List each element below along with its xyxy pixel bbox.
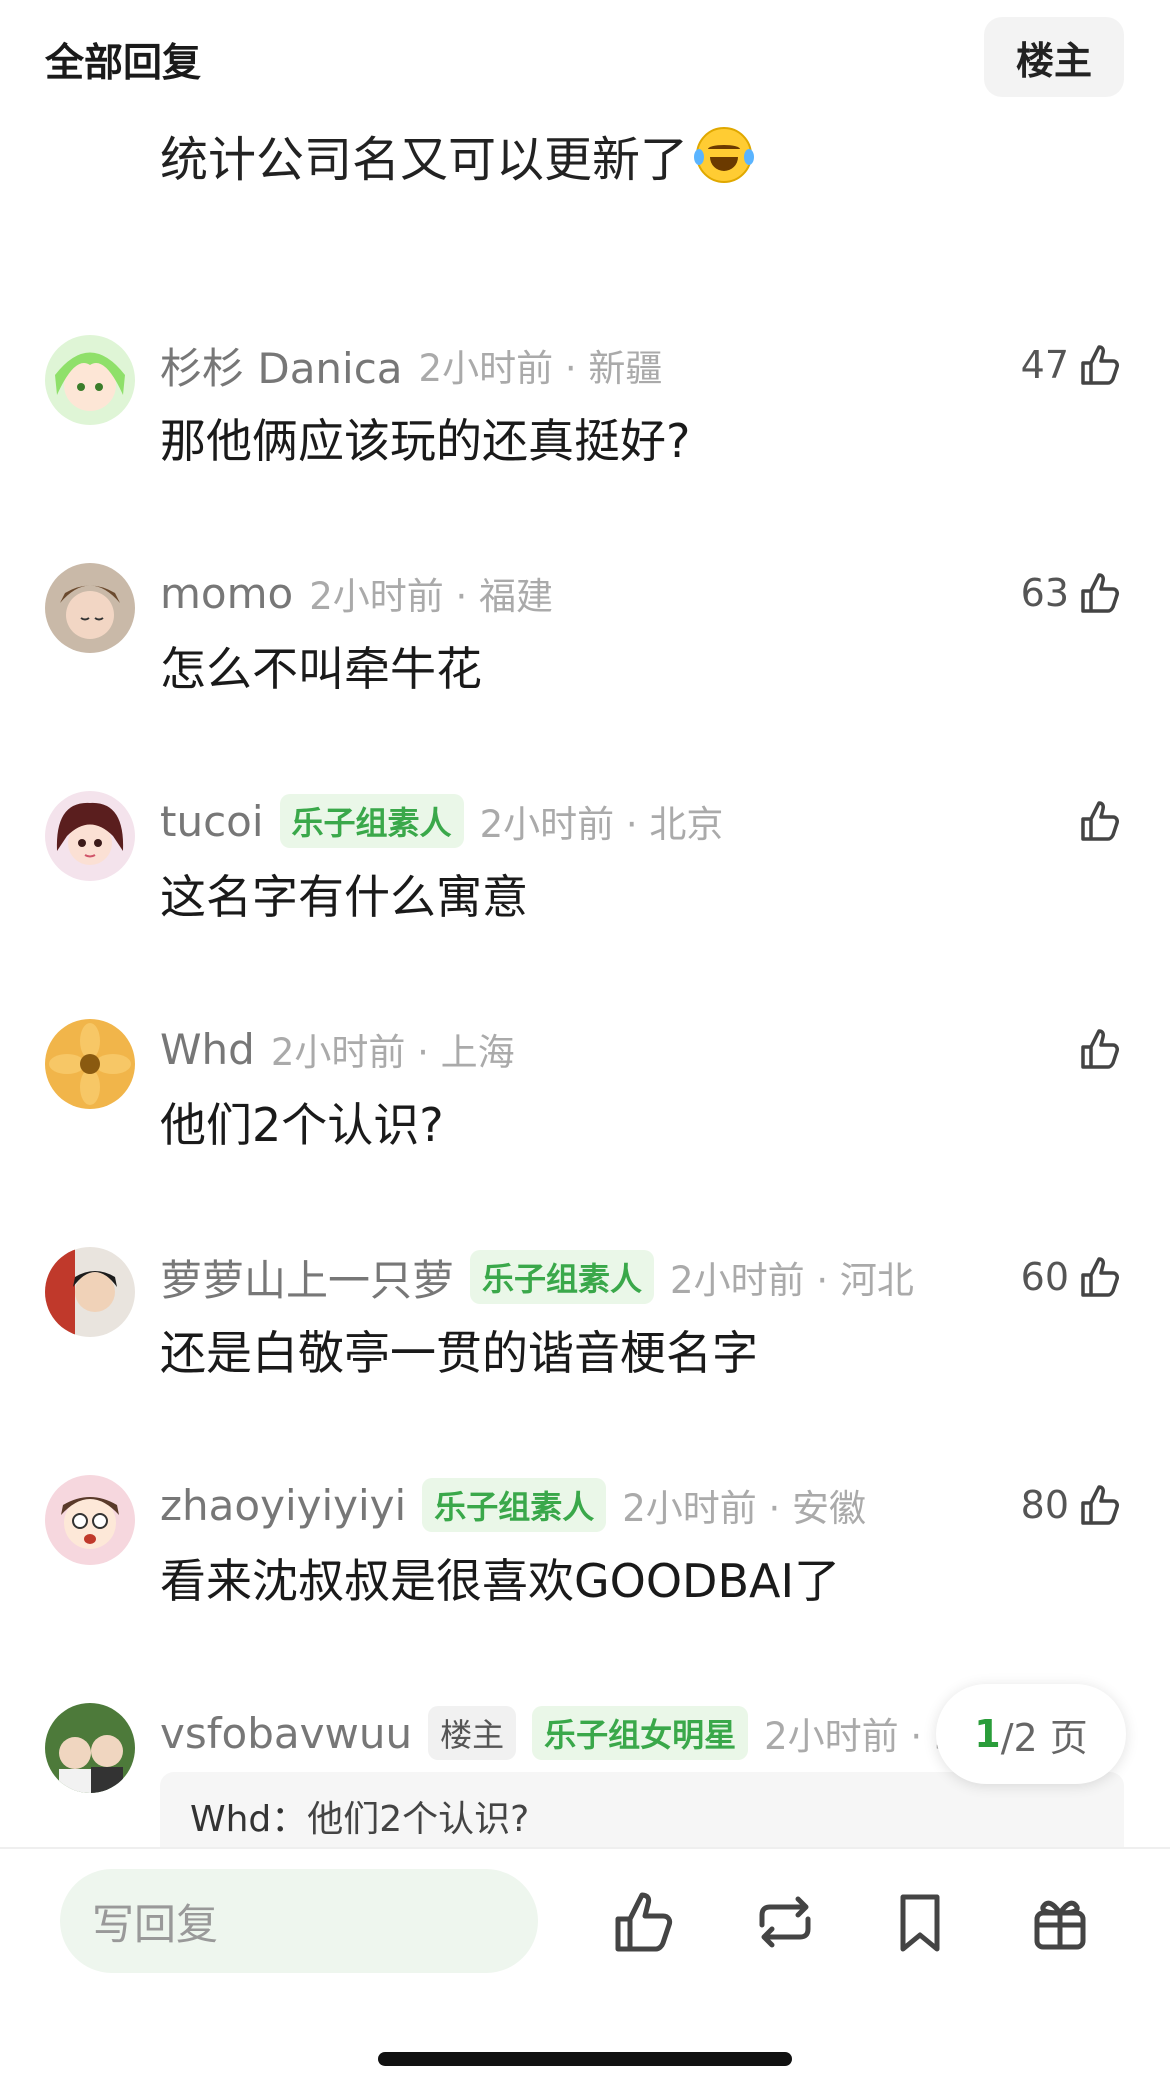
top-comment-text: 统计公司名又可以更新了 [160, 132, 689, 188]
comment-text: 看来沈叔叔是很喜欢GOODBAI了 [160, 1554, 841, 1608]
avatar[interactable] [45, 791, 135, 881]
comment-time-location: 2小时前 · 上海 [270, 1031, 515, 1074]
comment-meta: Whd 2小时前 · 上海 [160, 1019, 515, 1079]
user-badge: 乐子组素人 [470, 1250, 655, 1304]
avatar[interactable] [45, 335, 135, 425]
header: 全部回复 楼主 [0, 0, 1170, 115]
reply-placeholder: 写回复 [92, 1899, 219, 1949]
like-count: 80 [1020, 1483, 1069, 1527]
thumbs-up-icon [1081, 1485, 1119, 1525]
avatar[interactable] [45, 1019, 135, 1109]
username[interactable]: vsfobavwuu [160, 1709, 412, 1758]
comment-time-location: 2小时前 · 河北 [670, 1259, 914, 1302]
comment-item[interactable]: zhaoyiyiyiyi 乐子组素人 2小时前 · 安徽 80 看来沈叔叔是很喜… [0, 1475, 1170, 1695]
like-count: 47 [1020, 343, 1069, 387]
username[interactable]: 萝萝山上一只萝 [160, 1247, 454, 1308]
comment-item[interactable]: 萝萝山上一只萝 乐子组素人 2小时前 · 河北 60 还是白敬亭一贯的谐音梗名字 [0, 1247, 1170, 1467]
thumbs-up-icon [1081, 1029, 1119, 1069]
username[interactable]: Whd [160, 1025, 255, 1074]
page-title: 全部回复 [45, 41, 202, 86]
thumbs-up-icon[interactable] [610, 1887, 680, 1957]
comment-item[interactable]: tucoi 乐子组素人 2小时前 · 北京 这名字有什么寓意 [0, 791, 1170, 1011]
home-indicator[interactable] [378, 2052, 792, 2066]
like-count: 63 [1020, 571, 1069, 615]
comment-text: 怎么不叫牵牛花 [160, 642, 482, 696]
username[interactable]: tucoi [160, 797, 264, 846]
like-button[interactable] [1077, 1019, 1125, 1079]
comment-item[interactable]: Whd 2小时前 · 上海 他们2个认识? [0, 1019, 1170, 1239]
bookmark-icon[interactable] [885, 1887, 955, 1957]
quoted-text: 他们2个认识? [307, 1799, 530, 1840]
comment-text: 还是白敬亭一贯的谐音梗名字 [160, 1326, 758, 1380]
like-button[interactable]: 63 [1021, 563, 1125, 623]
comment-time-location: 2小时前 · 新疆 [418, 347, 663, 390]
like-button[interactable]: 47 [1021, 335, 1125, 395]
avatar[interactable] [45, 1703, 135, 1793]
thumbs-up-icon [1081, 801, 1119, 841]
comment-meta: 萝萝山上一只萝 乐子组素人 2小时前 · 河北 [160, 1247, 914, 1307]
comment-meta: tucoi 乐子组素人 2小时前 · 北京 [160, 791, 723, 851]
avatar[interactable] [45, 563, 135, 653]
quoted-reply[interactable]: Whd：他们2个认识? [160, 1772, 1124, 1852]
like-count: 60 [1020, 1255, 1069, 1299]
like-button[interactable]: 80 [1021, 1475, 1125, 1535]
comment-meta: zhaoyiyiyiyi 乐子组素人 2小时前 · 安徽 [160, 1475, 866, 1535]
quoted-username: Whd： [190, 1799, 308, 1840]
avatar[interactable] [45, 1475, 135, 1565]
comment-item[interactable]: 杉杉 Danica 2小时前 · 新疆 47 那他俩应该玩的还真挺好? [0, 335, 1170, 555]
comment-time-location: 2小时前 · 北京 [479, 803, 724, 846]
user-badge: 乐子组女明星 [532, 1706, 749, 1760]
comment-meta: 杉杉 Danica 2小时前 · 新疆 [160, 335, 662, 395]
like-button[interactable] [1077, 791, 1125, 851]
comment-meta: momo 2小时前 · 福建 [160, 563, 553, 623]
top-comment: 统计公司名又可以更新了 [160, 120, 755, 190]
user-badge: 乐子组素人 [422, 1478, 607, 1532]
thumbs-up-icon [1081, 345, 1119, 385]
louzhu-badge: 楼主 [428, 1706, 517, 1760]
current-page: 1 [974, 1712, 1001, 1756]
comment-meta: vsfobavwuu 楼主 乐子组女明星 2小时前 · 5 [160, 1703, 957, 1763]
page-indicator[interactable]: 1/2 页 [936, 1684, 1126, 1784]
laughing-tears-emoji-icon [694, 127, 755, 183]
thumbs-up-icon [1081, 1257, 1119, 1297]
total-pages: /2 页 [1000, 1715, 1088, 1760]
gift-icon[interactable] [1025, 1887, 1095, 1957]
comment-text: 他们2个认识? [160, 1098, 444, 1152]
username[interactable]: 杉杉 Danica [160, 335, 403, 396]
username[interactable]: zhaoyiyiyiyi [160, 1481, 406, 1530]
comment-time-location: 2小时前 · 福建 [309, 575, 554, 618]
reply-input[interactable]: 写回复 [60, 1869, 538, 1973]
louzhu-filter-button[interactable]: 楼主 [984, 17, 1124, 97]
username[interactable]: momo [160, 569, 293, 618]
comment-time-location: 2小时前 · 5 [764, 1715, 958, 1758]
thumbs-up-icon [1081, 573, 1119, 613]
comment-item[interactable]: momo 2小时前 · 福建 63 怎么不叫牵牛花 [0, 563, 1170, 783]
comment-time-location: 2小时前 · 安徽 [622, 1487, 867, 1530]
avatar[interactable] [45, 1247, 135, 1337]
like-button[interactable]: 60 [1021, 1247, 1125, 1307]
user-badge: 乐子组素人 [279, 794, 464, 848]
comment-text: 那他俩应该玩的还真挺好? [160, 414, 691, 468]
comment-text: 这名字有什么寓意 [160, 870, 528, 924]
repost-icon[interactable] [750, 1887, 820, 1957]
